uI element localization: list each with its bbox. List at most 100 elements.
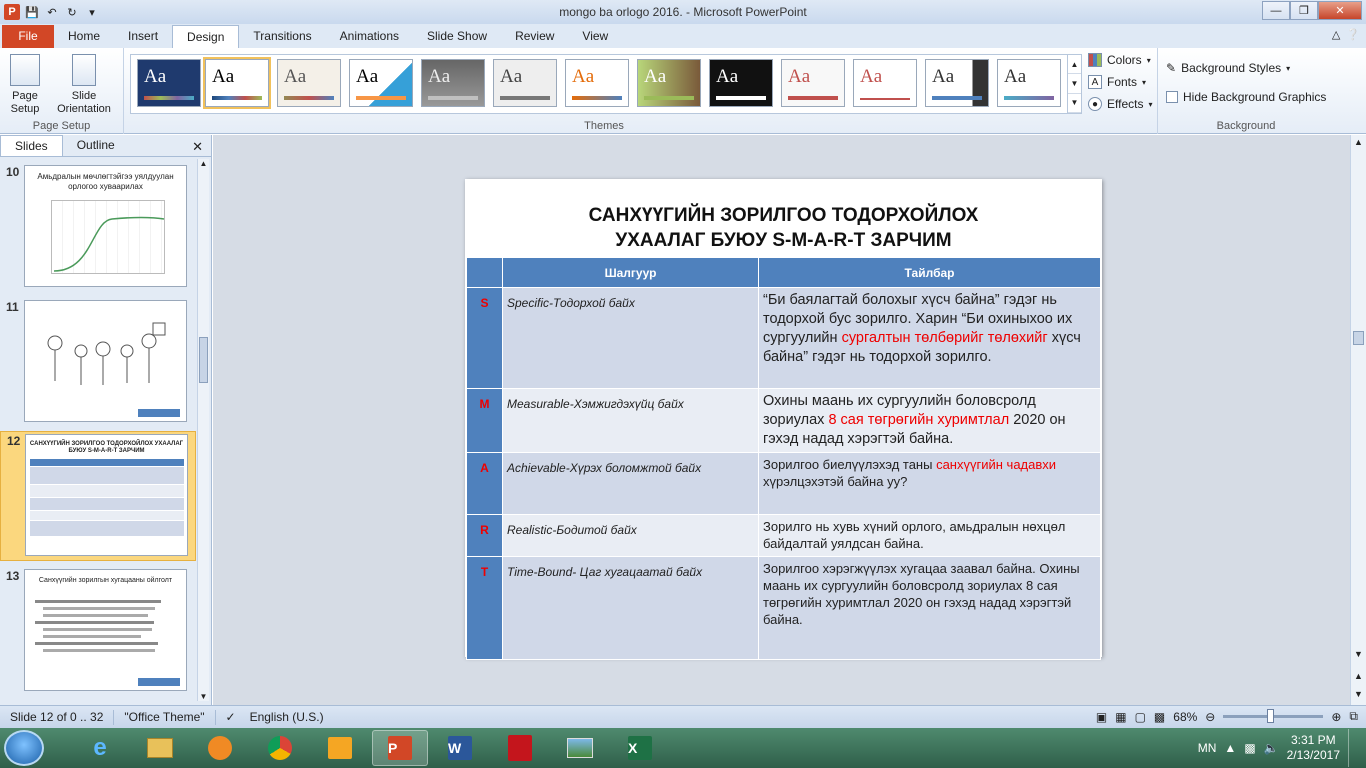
redo-icon[interactable]: ↻ [64, 4, 80, 20]
page-setup-button[interactable]: Page Setup [6, 54, 44, 116]
zoom-slider-knob[interactable] [1267, 709, 1275, 723]
slides-pane-scrollbar[interactable]: ▲ ▼ [197, 159, 209, 701]
description-cell[interactable]: “Би баялагтай болохыг хүсч байна” гэдэг … [758, 287, 1101, 389]
scroll-thumb[interactable] [1353, 331, 1364, 345]
tab-file[interactable]: File [2, 25, 54, 48]
image-viewer-icon[interactable] [552, 730, 608, 766]
slide-sorter-icon[interactable]: ▦ [1115, 710, 1126, 724]
tray-expand-icon[interactable]: ▲ [1224, 741, 1236, 755]
undo-icon[interactable]: ↶ [44, 4, 60, 20]
slide-orientation-button[interactable]: Slide Orientation [48, 54, 120, 116]
slideshow-view-icon[interactable]: ▩ [1154, 710, 1165, 724]
current-slide[interactable]: САНХҮҮГИЙН ЗОРИЛГОО ТОДОРХОЙЛОХ УХААЛАГ … [465, 179, 1102, 660]
language-indicator[interactable]: English (U.S.) [240, 710, 334, 725]
zoom-slider[interactable] [1223, 709, 1324, 723]
collapse-ribbon-icon[interactable]: △ [1332, 28, 1340, 41]
criterion-cell[interactable]: Time-Bound- Цаг хугацаатай байх [502, 556, 759, 660]
description-cell[interactable]: Зорилгоо хэрэгжүүлэх хугацаа заавал байн… [758, 556, 1101, 660]
previous-slide-icon[interactable]: ▲ [1351, 671, 1366, 681]
acrobat-icon[interactable] [492, 730, 548, 766]
theme-thumbnail[interactable]: Aa [137, 59, 201, 107]
network-icon[interactable]: ▩ [1244, 741, 1255, 755]
effects-button[interactable]: ● Effects ▾ [1088, 97, 1152, 111]
outlook-icon[interactable] [312, 730, 368, 766]
tab-animations[interactable]: Animations [326, 25, 413, 48]
show-desktop-button[interactable] [1348, 729, 1358, 767]
powerpoint-icon[interactable]: P [4, 4, 20, 20]
tab-design[interactable]: Design [172, 25, 240, 48]
criterion-cell[interactable]: Specific-Тодорхой байх [502, 287, 759, 389]
fit-slide-icon[interactable]: ⧉ [1349, 709, 1358, 724]
powerpoint-taskbar-icon[interactable]: P [372, 730, 428, 766]
scroll-down-icon[interactable]: ▼ [1068, 74, 1081, 94]
criterion-cell[interactable]: Achievable-Хүрэх боломжтой байх [502, 452, 759, 515]
description-cell[interactable]: Зорилго нь хувь хүний орлого, амьдралын … [758, 514, 1101, 557]
help-icon[interactable]: ❔ [1346, 28, 1360, 41]
tab-slide-show[interactable]: Slide Show [413, 25, 501, 48]
scroll-down-icon[interactable]: ▼ [198, 692, 209, 701]
normal-view-icon[interactable]: ▣ [1096, 710, 1107, 724]
criterion-cell[interactable]: Realistic-Бодитой байх [502, 514, 759, 557]
theme-thumbnail[interactable]: Aa [925, 59, 989, 107]
zoom-level[interactable]: 68% [1173, 710, 1197, 724]
start-button[interactable] [4, 730, 44, 766]
hide-background-graphics-checkbox[interactable]: Hide Background Graphics [1166, 90, 1326, 104]
theme-thumbnail[interactable]: Aa [277, 59, 341, 107]
restore-button[interactable]: ❐ [1290, 1, 1318, 20]
tab-outline[interactable]: Outline [63, 135, 129, 156]
themes-scroll[interactable]: ▲ ▼ ▼ [1067, 55, 1081, 113]
theme-thumbnail[interactable]: Aa [565, 59, 629, 107]
theme-thumbnail[interactable]: Aa [493, 59, 557, 107]
close-pane-icon[interactable]: ✕ [192, 139, 203, 155]
criterion-cell[interactable]: Measurable-Хэмжигдэхүйц байх [502, 388, 759, 453]
fonts-button[interactable]: A Fonts ▾ [1088, 75, 1146, 89]
theme-thumbnail[interactable]: Aa [853, 59, 917, 107]
next-slide-icon[interactable]: ▼ [1351, 689, 1366, 699]
word-icon[interactable]: W [432, 730, 488, 766]
clock[interactable]: 3:31 PM 2/13/2017 [1287, 733, 1340, 763]
reading-view-icon[interactable]: ▢ [1135, 710, 1146, 724]
slide-scrollbar[interactable]: ▲ ▼ ▲ ▼ [1350, 135, 1366, 705]
theme-thumbnail[interactable]: Aa [997, 59, 1061, 107]
scroll-up-icon[interactable]: ▲ [1351, 137, 1366, 147]
themes-gallery[interactable]: Aa Aa Aa Aa Aa Aa Aa Aa Aa Aa Aa Aa Aa ▲… [130, 54, 1082, 114]
description-cell[interactable]: Зорилгоо биелүүлэхэд таны санхүүгийн чад… [758, 452, 1101, 515]
scroll-thumb[interactable] [199, 337, 208, 383]
minimize-button[interactable]: — [1262, 1, 1290, 20]
tab-review[interactable]: Review [501, 25, 568, 48]
volume-icon[interactable]: 🔈 [1264, 741, 1279, 755]
scroll-up-icon[interactable]: ▲ [1068, 55, 1081, 75]
chrome-icon[interactable] [252, 730, 308, 766]
slide-thumbnail-13[interactable]: 13 Санхүүгийн зорилгын хугацааны ойлголт [0, 567, 196, 697]
media-player-icon[interactable] [192, 730, 248, 766]
scroll-down-icon[interactable]: ▼ [1351, 649, 1366, 659]
slide-title[interactable]: САНХҮҮГИЙН ЗОРИЛГОО ТОДОРХОЙЛОХ УХААЛАГ … [465, 203, 1102, 253]
spelling-icon[interactable]: ✓ [216, 710, 240, 725]
description-cell[interactable]: Охины маань их сургуулийн боловсролд зор… [758, 388, 1101, 453]
language-bar[interactable]: MN [1198, 741, 1217, 755]
theme-thumbnail[interactable]: Aa [781, 59, 845, 107]
more-themes-icon[interactable]: ▼ [1068, 94, 1081, 113]
save-icon[interactable]: 💾 [24, 4, 40, 20]
tab-home[interactable]: Home [54, 25, 114, 48]
customize-qat-icon[interactable]: ▾ [84, 4, 100, 20]
zoom-out-icon[interactable]: ⊖ [1205, 710, 1215, 724]
tab-slides[interactable]: Slides [0, 135, 63, 156]
theme-thumbnail-office[interactable]: Aa [203, 57, 271, 109]
background-styles-button[interactable]: ✎ Background Styles ▾ [1166, 61, 1290, 75]
tab-view[interactable]: View [568, 25, 622, 48]
theme-thumbnail[interactable]: Aa [637, 59, 701, 107]
excel-icon[interactable]: X [612, 730, 668, 766]
colors-button[interactable]: Colors ▾ [1088, 53, 1151, 67]
theme-thumbnail[interactable]: Aa [421, 59, 485, 107]
slide-thumbnail-11[interactable]: 11 [0, 298, 196, 426]
smart-table[interactable]: Шалгуур Тайлбар S Specific-Тодорхой байх… [466, 257, 1101, 660]
tab-transitions[interactable]: Transitions [239, 25, 325, 48]
file-explorer-icon[interactable] [132, 730, 188, 766]
theme-thumbnail[interactable]: Aa [709, 59, 773, 107]
slide-thumbnail-12[interactable]: 12 САНХҮҮГИЙН ЗОРИЛГОО ТОДОРХОЙЛОХ УХААЛ… [0, 431, 196, 561]
theme-thumbnail[interactable]: Aa [349, 59, 413, 107]
slide-thumbnail-10[interactable]: 10 Амьдралын мөчлөгтэйгээ уялдуулан орло… [0, 163, 196, 293]
zoom-in-icon[interactable]: ⊕ [1331, 710, 1341, 724]
tab-insert[interactable]: Insert [114, 25, 172, 48]
